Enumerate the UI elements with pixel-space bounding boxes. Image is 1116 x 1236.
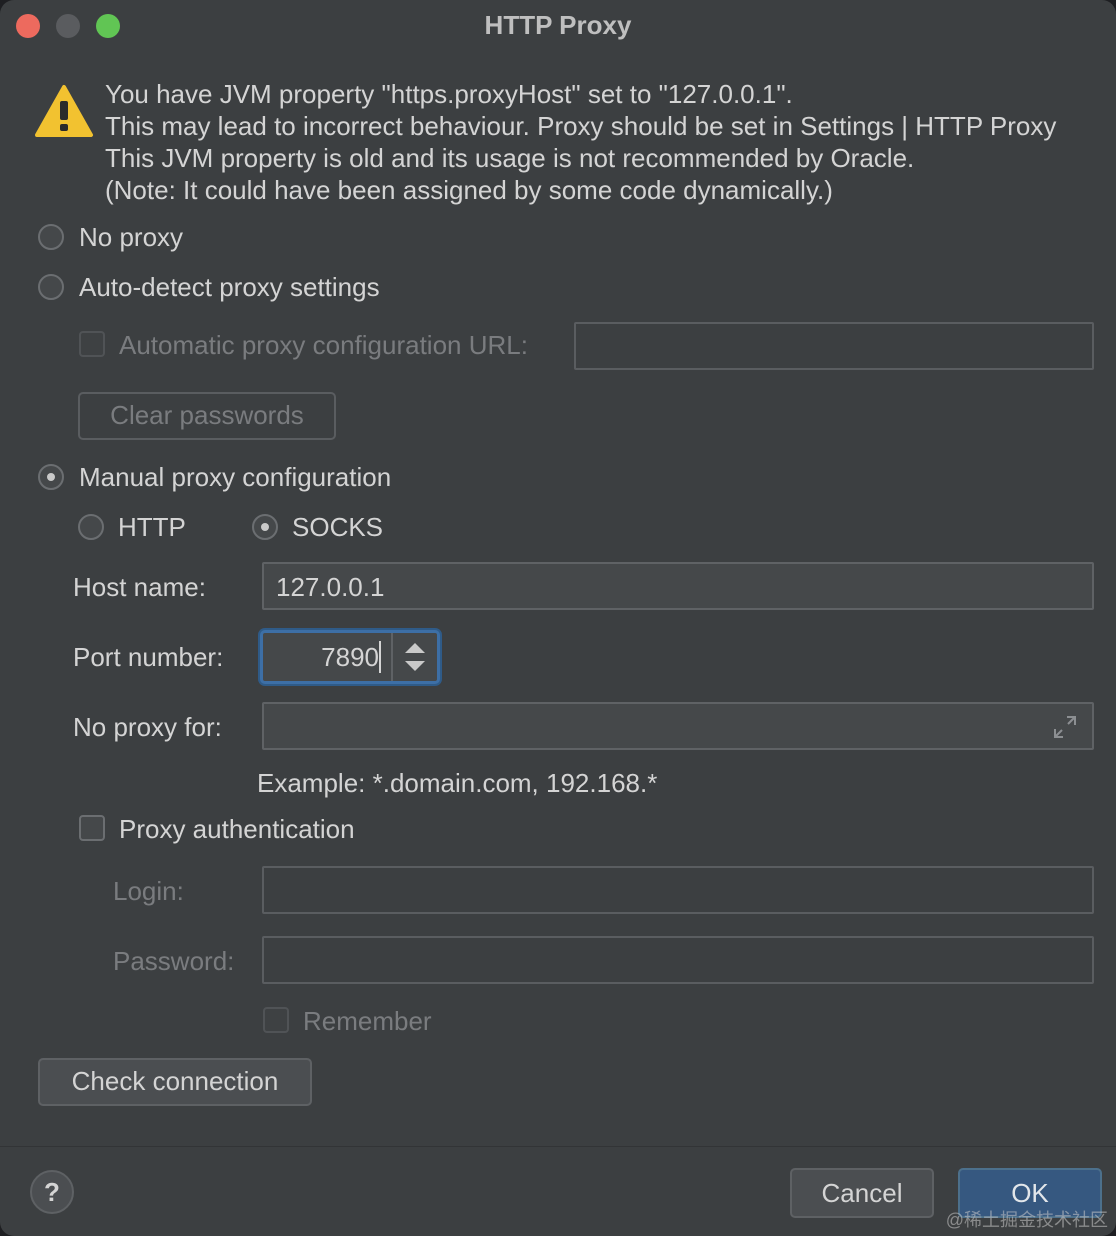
login-label: Login:: [113, 876, 184, 906]
http-protocol-label[interactable]: HTTP: [118, 511, 186, 543]
host-name-value: 127.0.0.1: [276, 572, 385, 602]
warning-line: This may lead to incorrect behaviour. Pr…: [105, 111, 1057, 141]
host-name-label: Host name:: [73, 572, 206, 602]
manual-proxy-label[interactable]: Manual proxy configuration: [79, 461, 391, 493]
no-proxy-for-label: No proxy for:: [73, 712, 222, 742]
host-name-input[interactable]: 127.0.0.1: [262, 562, 1094, 610]
jvm-property-warning: You have JVM property "https.proxyHost" …: [105, 78, 1056, 206]
no-proxy-for-input[interactable]: [262, 702, 1094, 750]
proxy-auth-checkbox[interactable]: [79, 815, 105, 841]
expand-icon[interactable]: [1052, 714, 1078, 740]
warning-line: (Note: It could have been assigned by so…: [105, 175, 833, 205]
port-spinner-icon[interactable]: [393, 633, 437, 681]
footer-divider: [0, 1146, 1116, 1147]
help-button[interactable]: ?: [30, 1170, 74, 1214]
port-number-label: Port number:: [73, 642, 224, 672]
auto-detect-radio[interactable]: [38, 274, 64, 300]
clear-passwords-button[interactable]: Clear passwords: [78, 392, 336, 440]
pac-url-input[interactable]: [574, 322, 1094, 370]
warning-line: You have JVM property "https.proxyHost" …: [105, 79, 793, 109]
proxy-auth-label[interactable]: Proxy authentication: [119, 813, 355, 845]
socks-protocol-radio[interactable]: [252, 514, 278, 540]
text-caret: [379, 641, 381, 673]
port-number-value: 7890: [321, 642, 379, 672]
remember-checkbox[interactable]: [263, 1007, 289, 1033]
password-label: Password:: [113, 946, 235, 976]
manual-proxy-radio[interactable]: [38, 464, 64, 490]
cancel-button[interactable]: Cancel: [790, 1168, 934, 1218]
no-proxy-label[interactable]: No proxy: [79, 221, 183, 253]
http-protocol-radio[interactable]: [78, 514, 104, 540]
warning-line: This JVM property is old and its usage i…: [105, 143, 915, 173]
title-bar: HTTP Proxy: [0, 0, 1116, 52]
no-proxy-radio[interactable]: [38, 224, 64, 250]
warning-icon: [35, 85, 93, 137]
check-connection-button[interactable]: Check connection: [38, 1058, 312, 1106]
password-input[interactable]: [262, 936, 1094, 984]
socks-protocol-label[interactable]: SOCKS: [292, 511, 383, 543]
pac-url-label: Automatic proxy configuration URL:: [119, 330, 528, 360]
auto-detect-label[interactable]: Auto-detect proxy settings: [79, 271, 380, 303]
port-number-input[interactable]: 7890: [260, 630, 440, 684]
pac-url-checkbox[interactable]: [79, 331, 105, 357]
watermark: @稀土掘金技术社区: [945, 1210, 1108, 1230]
remember-label: Remember: [303, 1006, 432, 1036]
no-proxy-example: Example: *.domain.com, 192.168.*: [257, 768, 658, 798]
http-proxy-dialog: HTTP Proxy You have JVM property "https.…: [0, 0, 1116, 1236]
login-input[interactable]: [262, 866, 1094, 914]
dialog-title: HTTP Proxy: [484, 10, 632, 40]
